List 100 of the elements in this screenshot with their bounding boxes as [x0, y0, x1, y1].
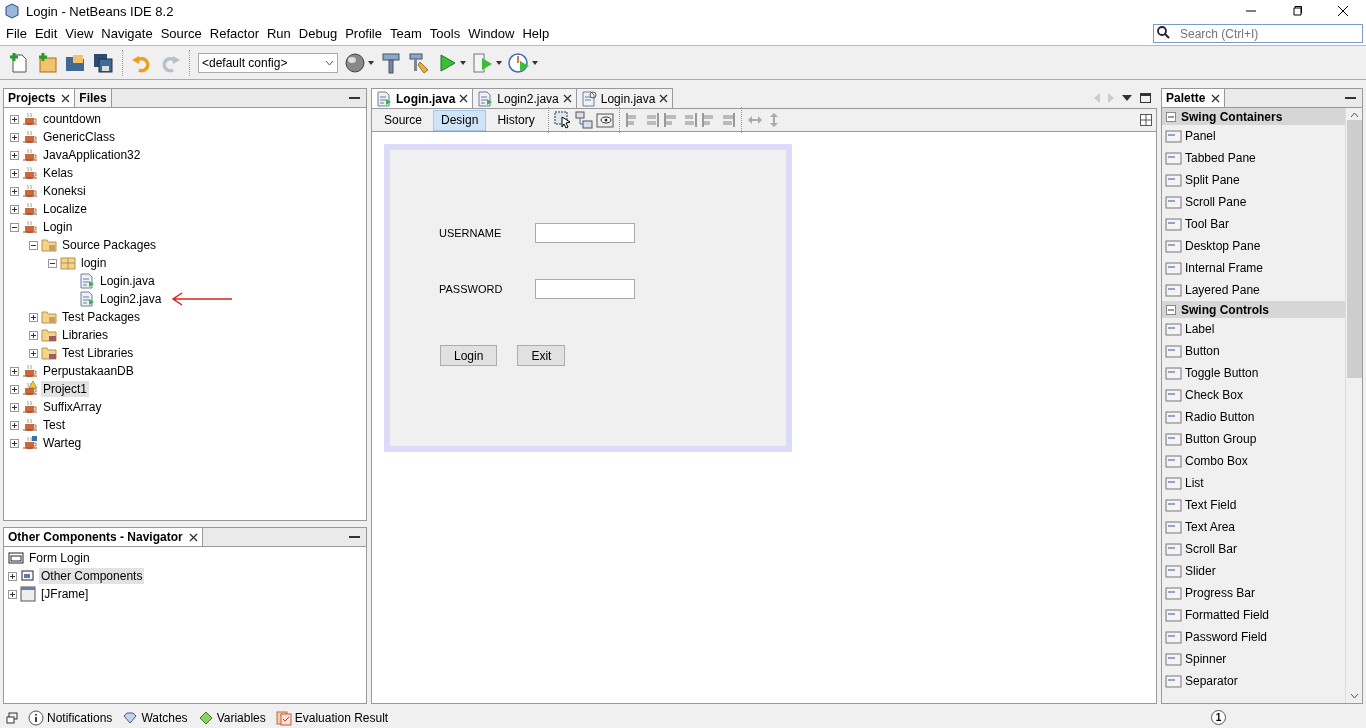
panel-tab[interactable]: Other Components - Navigator: [4, 528, 203, 546]
status-item[interactable]: Variables: [197, 709, 266, 726]
expand-toggle[interactable]: [29, 348, 38, 358]
tree-item[interactable]: Libraries: [60, 327, 111, 343]
collapse-icon[interactable]: [1166, 111, 1176, 122]
tree-item[interactable]: Localize: [41, 201, 90, 217]
close-icon[interactable]: [659, 94, 669, 103]
view-tab[interactable]: Source: [376, 109, 431, 131]
component-item[interactable]: Button: [1162, 340, 1345, 362]
editor-tab[interactable]: Login2.java: [472, 88, 577, 108]
expand-toggle[interactable]: [10, 150, 19, 160]
selection-mode-button[interactable]: [553, 111, 572, 129]
component-item[interactable]: Tool Bar: [1162, 213, 1345, 235]
category-header[interactable]: Swing Containers: [1162, 108, 1345, 125]
tree-item[interactable]: JavaApplication32: [41, 147, 143, 163]
tree-item[interactable]: Login2.java: [98, 291, 164, 307]
clean-build-button[interactable]: [408, 51, 430, 74]
tree-item[interactable]: login: [79, 255, 109, 271]
close-icon[interactable]: [459, 94, 469, 103]
tree-item[interactable]: Test: [41, 417, 67, 433]
layout-toggle-button[interactable]: [1140, 114, 1152, 126]
palette-title-tab[interactable]: Palette: [1162, 89, 1226, 107]
preview-button[interactable]: [595, 111, 614, 129]
component-item[interactable]: Internal Frame: [1162, 257, 1345, 279]
tree-item[interactable]: Kelas: [41, 165, 76, 181]
save-all-button[interactable]: [92, 51, 114, 74]
status-item[interactable]: Watches: [122, 709, 188, 726]
editor-tab[interactable]: Login.java: [575, 88, 674, 108]
expand-toggle[interactable]: [10, 438, 19, 448]
new-file-button[interactable]: [8, 51, 30, 74]
component-item[interactable]: Radio Button: [1162, 406, 1345, 428]
menu-item[interactable]: Run: [262, 26, 295, 41]
tree-item[interactable]: Test Libraries: [60, 345, 136, 361]
browser-button[interactable]: [344, 51, 374, 74]
tree-item[interactable]: Other Components: [39, 568, 145, 584]
tree-item[interactable]: Warteg: [41, 435, 84, 451]
close-icon[interactable]: [188, 532, 198, 542]
collapse-toggle[interactable]: [10, 222, 19, 232]
tree-item[interactable]: SuffixArray: [41, 399, 104, 415]
component-item[interactable]: Tabbed Pane: [1162, 147, 1345, 169]
component-item[interactable]: Desktop Pane: [1162, 235, 1345, 257]
expand-toggle[interactable]: [10, 204, 19, 214]
profile-button[interactable]: [508, 51, 538, 74]
scrollbar[interactable]: [1345, 108, 1362, 703]
view-tab[interactable]: History: [489, 109, 543, 131]
collapse-toggle[interactable]: [29, 240, 38, 250]
maximize-icon[interactable]: [1140, 93, 1151, 103]
form-button[interactable]: Exit: [517, 345, 566, 366]
status-item[interactable]: Notifications: [28, 709, 113, 726]
status-item[interactable]: Evaluation Result: [275, 709, 389, 726]
tree-item[interactable]: Project1: [41, 381, 90, 397]
component-item[interactable]: Slider: [1162, 560, 1345, 582]
expand-toggle[interactable]: [10, 168, 19, 178]
editor-tab[interactable]: Login.java: [371, 88, 474, 108]
tree-item[interactable]: Login.java: [98, 273, 157, 289]
caret-icon[interactable]: [1122, 95, 1132, 101]
menu-item[interactable]: Refactor: [205, 26, 263, 41]
menu-item[interactable]: Edit: [30, 26, 62, 41]
component-item[interactable]: Layered Pane: [1162, 279, 1345, 301]
collapse-icon[interactable]: [1166, 304, 1176, 315]
tree-item[interactable]: Form Login: [27, 550, 92, 566]
component-item[interactable]: Scroll Pane: [1162, 191, 1345, 213]
component-item[interactable]: Toggle Button: [1162, 362, 1345, 384]
expand-toggle[interactable]: [10, 186, 19, 196]
expand-toggle[interactable]: [29, 312, 38, 322]
tree-item[interactable]: Test Packages: [60, 309, 143, 325]
input-field[interactable]: [535, 223, 635, 243]
tree-item[interactable]: Login: [41, 219, 75, 235]
expand-toggle[interactable]: [10, 402, 19, 412]
expand-toggle[interactable]: [10, 420, 19, 430]
component-item[interactable]: Split Pane: [1162, 169, 1345, 191]
menu-item[interactable]: File: [2, 26, 31, 41]
panel-tab[interactable]: Files: [75, 89, 112, 107]
search-field[interactable]: Search (Ctrl+I): [1153, 24, 1363, 43]
expand-toggle[interactable]: [10, 132, 19, 142]
debug-button[interactable]: [472, 51, 502, 74]
component-item[interactable]: Progress Bar: [1162, 582, 1345, 604]
collapse-toggle[interactable]: [48, 258, 57, 268]
menu-item[interactable]: Debug: [294, 26, 342, 41]
form-button[interactable]: Login: [440, 345, 498, 366]
minimize-icon[interactable]: [1345, 96, 1356, 100]
menu-item[interactable]: Navigate: [97, 26, 157, 41]
scroll-up-icon[interactable]: [1349, 112, 1359, 118]
config-dropdown[interactable]: <default config>: [198, 52, 338, 73]
scroll-down-icon[interactable]: [1349, 693, 1359, 699]
menu-item[interactable]: Help: [518, 26, 554, 41]
build-button[interactable]: [380, 51, 402, 74]
close-icon[interactable]: [61, 93, 71, 103]
component-item[interactable]: Label: [1162, 318, 1345, 340]
expand-toggle[interactable]: [29, 330, 38, 340]
menu-item[interactable]: View: [61, 26, 98, 41]
panel-tab[interactable]: Projects: [4, 89, 76, 107]
tree-item[interactable]: PerpustakaanDB: [41, 363, 136, 379]
component-item[interactable]: Formatted Field: [1162, 604, 1345, 626]
menu-item[interactable]: Profile: [341, 26, 386, 41]
component-item[interactable]: Scroll Bar: [1162, 538, 1345, 560]
component-item[interactable]: Text Field: [1162, 494, 1345, 516]
close-icon[interactable]: [562, 94, 572, 103]
component-item[interactable]: List: [1162, 472, 1345, 494]
menu-item[interactable]: Window: [464, 26, 519, 41]
